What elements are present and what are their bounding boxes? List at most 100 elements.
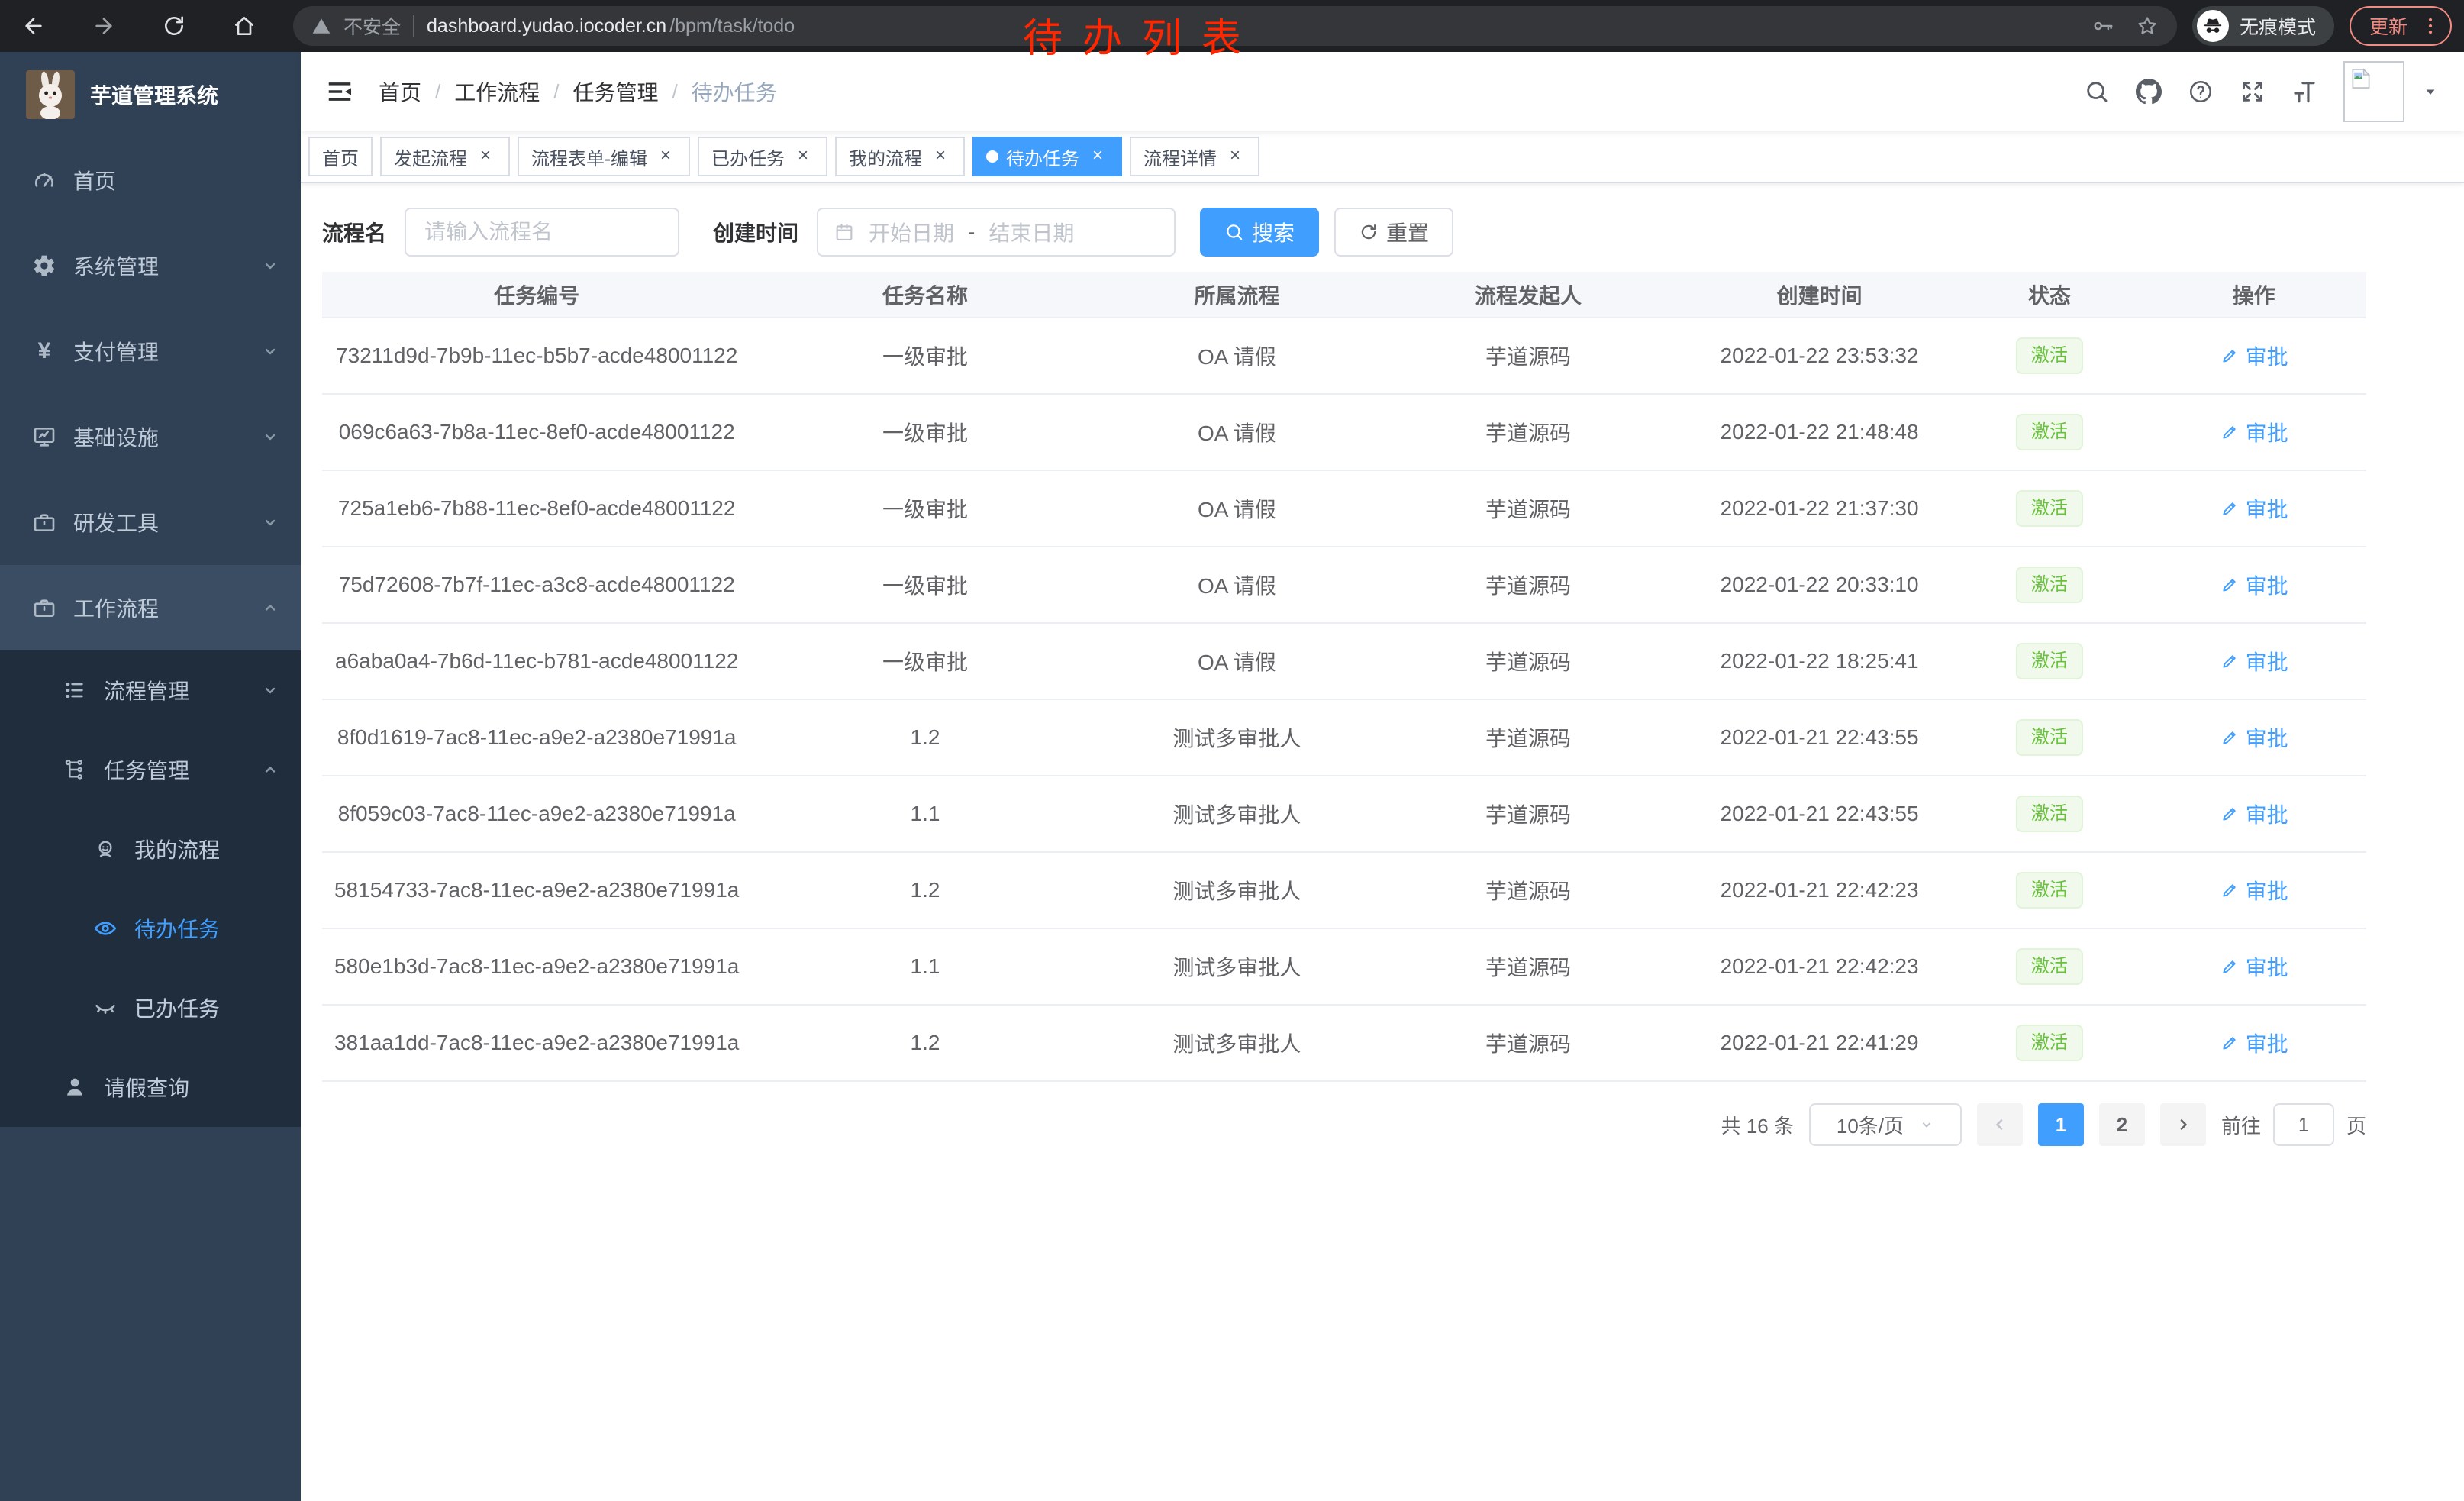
dots-vertical-icon[interactable] [2420, 15, 2441, 37]
app-logo[interactable]: 芋道管理系统 [0, 52, 301, 137]
main-area: 首页 / 工作流程 / 任务管理 / 待办任务 [301, 52, 2464, 1501]
approve-link[interactable]: 审批 [2220, 646, 2288, 676]
workflow-submenu: 流程管理任务管理我的流程待办任务已办任务请假查询 [0, 650, 301, 1127]
cell-created: 2022-01-22 20:33:10 [1682, 547, 1958, 623]
approve-link[interactable]: 审批 [2220, 722, 2288, 753]
cell-name: 1.1 [751, 928, 1098, 1005]
cell-created: 2022-01-21 22:43:55 [1682, 776, 1958, 852]
caret-down-icon[interactable] [2421, 82, 2440, 101]
task-table: 任务编号任务名称所属流程流程发起人创建时间状态操作 73211d9d-7b9b-… [322, 272, 2366, 1082]
question-icon[interactable] [2188, 79, 2214, 105]
sidebar-item-process-mgmt[interactable]: 流程管理 [0, 650, 301, 730]
page-size-select[interactable]: 10条/页 [1809, 1103, 1962, 1146]
close-icon[interactable]: × [1087, 146, 1108, 167]
goto-unit: 页 [2346, 1111, 2366, 1139]
sidebar-item-leave-query[interactable]: 请假查询 [0, 1047, 301, 1127]
cell-id: 8f0d1619-7ac8-11ec-a9e2-a2380e71991a [322, 699, 751, 776]
approve-link[interactable]: 审批 [2220, 493, 2288, 524]
approve-link[interactable]: 审批 [2220, 799, 2288, 829]
page-button-1[interactable]: 1 [2038, 1103, 2084, 1146]
approve-link[interactable]: 审批 [2220, 417, 2288, 447]
table-row: 381aa1dd-7ac8-11ec-a9e2-a2380e71991a1.2测… [322, 1005, 2366, 1081]
cell-action: 审批 [2141, 318, 2366, 394]
eye-closed-icon [92, 996, 119, 1020]
breadcrumb-current: 待办任务 [692, 76, 777, 107]
search-icon[interactable] [2084, 79, 2110, 105]
end-date-placeholder: 结束日期 [989, 217, 1074, 247]
sidebar-item-done-task[interactable]: 已办任务 [0, 968, 301, 1047]
breadcrumb-task-mgmt[interactable]: 任务管理 [573, 76, 659, 107]
edit-icon [2220, 728, 2240, 747]
table-header-row: 任务编号任务名称所属流程流程发起人创建时间状态操作 [322, 272, 2366, 318]
tab-label: 流程表单-编辑 [531, 144, 647, 170]
sidebar-item-todo-task[interactable]: 待办任务 [0, 889, 301, 968]
table-row: 069c6a63-7b8a-11ec-8ef0-acde48001122一级审批… [322, 394, 2366, 470]
column-header: 任务编号 [322, 272, 751, 318]
close-icon[interactable]: × [1224, 146, 1246, 167]
sidebar-item-payment[interactable]: ¥支付管理 [0, 308, 301, 394]
tab-发起流程[interactable]: 发起流程× [380, 137, 510, 176]
cell-created: 2022-01-21 22:43:55 [1682, 699, 1958, 776]
github-icon[interactable] [2136, 79, 2162, 105]
sidebar-item-infrastructure[interactable]: 基础设施 [0, 394, 301, 479]
topbar: 首页 / 工作流程 / 任务管理 / 待办任务 [301, 52, 2464, 131]
approve-link[interactable]: 审批 [2220, 570, 2288, 600]
tab-已办任务[interactable]: 已办任务× [698, 137, 827, 176]
sidebar-item-system[interactable]: 系统管理 [0, 223, 301, 308]
reset-button[interactable]: 重置 [1334, 208, 1453, 257]
prev-page-button[interactable] [1977, 1103, 2023, 1146]
table-row: 58154733-7ac8-11ec-a9e2-a2380e71991a1.2测… [322, 852, 2366, 928]
close-icon[interactable]: × [655, 146, 676, 167]
edit-icon [2220, 499, 2240, 518]
search-button[interactable]: 搜索 [1200, 208, 1319, 257]
next-page-button[interactable] [2160, 1103, 2206, 1146]
reload-icon[interactable] [153, 5, 195, 47]
sidebar-item-devtools[interactable]: 研发工具 [0, 479, 301, 565]
back-icon[interactable] [12, 5, 55, 47]
column-header: 状态 [1957, 272, 2141, 318]
sidebar-item-my-process[interactable]: 我的流程 [0, 809, 301, 889]
sidebar-item-home[interactable]: 首页 [0, 137, 301, 223]
avatar[interactable] [2343, 61, 2404, 122]
close-icon[interactable]: × [475, 146, 496, 167]
approve-link[interactable]: 审批 [2220, 951, 2288, 982]
fullscreen-icon[interactable] [2240, 79, 2266, 105]
process-name-label: 流程名 [322, 217, 386, 247]
gear-icon [31, 253, 58, 278]
close-icon[interactable]: × [792, 146, 814, 167]
key-icon[interactable] [2091, 15, 2114, 37]
sidebar-item-task-mgmt[interactable]: 任务管理 [0, 730, 301, 809]
cell-status: 激活 [1957, 928, 2141, 1005]
forward-icon[interactable] [82, 5, 125, 47]
approve-link[interactable]: 审批 [2220, 341, 2288, 371]
breadcrumb-workflow[interactable]: 工作流程 [454, 76, 540, 107]
close-icon[interactable]: × [930, 146, 951, 167]
cell-created: 2022-01-21 22:42:23 [1682, 928, 1958, 1005]
page-button-2[interactable]: 2 [2099, 1103, 2145, 1146]
browser-update-button[interactable]: 更新 [2350, 6, 2452, 46]
cell-status: 激活 [1957, 547, 2141, 623]
cell-created: 2022-01-22 23:53:32 [1682, 318, 1958, 394]
cell-status: 激活 [1957, 699, 2141, 776]
tab-首页[interactable]: 首页 [308, 137, 373, 176]
tab-流程表单-编辑[interactable]: 流程表单-编辑 × [518, 137, 690, 176]
cell-process: 测试多审批人 [1099, 776, 1376, 852]
table-row: 73211d9d-7b9b-11ec-b5b7-acde48001122一级审批… [322, 318, 2366, 394]
sidebar-item-workflow[interactable]: 工作流程 [0, 565, 301, 650]
tab-待办任务[interactable]: 待办任务× [972, 137, 1122, 176]
font-size-icon[interactable] [2291, 79, 2317, 105]
date-range-picker[interactable]: 开始日期 - 结束日期 [817, 208, 1176, 257]
approve-link[interactable]: 审批 [2220, 1028, 2288, 1058]
star-icon[interactable] [2136, 15, 2159, 37]
tab-流程详情[interactable]: 流程详情× [1130, 137, 1259, 176]
sidebar-collapse-icon[interactable] [325, 77, 354, 106]
dashboard-icon [31, 168, 58, 192]
tab-我的流程[interactable]: 我的流程× [835, 137, 965, 176]
goto-page-input[interactable] [2273, 1103, 2334, 1146]
home-icon[interactable] [223, 5, 266, 47]
process-name-input[interactable] [405, 208, 679, 257]
breadcrumb-home[interactable]: 首页 [379, 76, 421, 107]
approve-link[interactable]: 审批 [2220, 875, 2288, 905]
annotation-text: 待办列表 [1023, 6, 1261, 63]
column-header: 操作 [2141, 272, 2366, 318]
